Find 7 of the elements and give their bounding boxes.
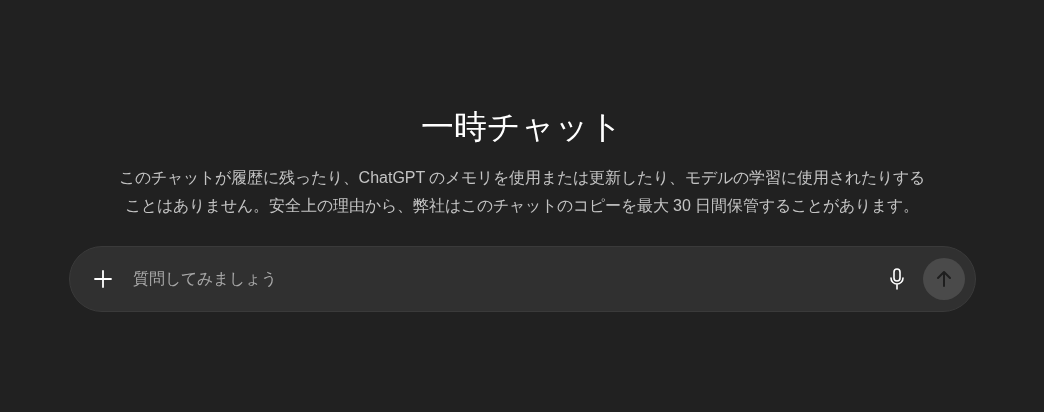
arrow-up-icon <box>935 270 952 288</box>
microphone-icon <box>888 268 905 290</box>
message-input[interactable]: 質問してみましょう <box>132 267 879 291</box>
page-title: 一時チャット <box>421 107 623 147</box>
message-field[interactable]: 質問してみましょう <box>68 246 976 312</box>
privacy-notice: このチャットが履歴に残ったり、ChatGPT のメモリを使用または更新したり、モデルの学習に使用されたりする ことはありません。安全上の理由から、弊社はこのチャットのコピーを最大 30 日間保管することがあります。 <box>118 168 926 216</box>
plus-icon <box>92 269 113 289</box>
